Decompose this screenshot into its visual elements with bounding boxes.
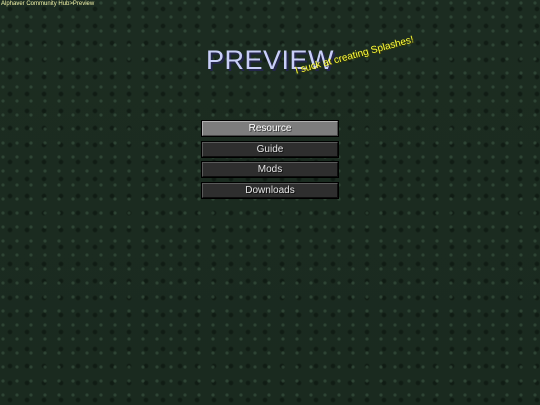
resource-button[interactable]: Resource bbox=[201, 120, 339, 137]
main-menu: Resource Guide Mods Downloads bbox=[201, 120, 339, 203]
breadcrumb: Alphaver Community Hub>Preview bbox=[1, 1, 95, 7]
downloads-button[interactable]: Downloads bbox=[201, 181, 339, 199]
guide-button[interactable]: Guide bbox=[201, 140, 339, 158]
page-title: PREVIEW bbox=[205, 45, 335, 75]
mods-button[interactable]: Mods bbox=[201, 161, 339, 178]
